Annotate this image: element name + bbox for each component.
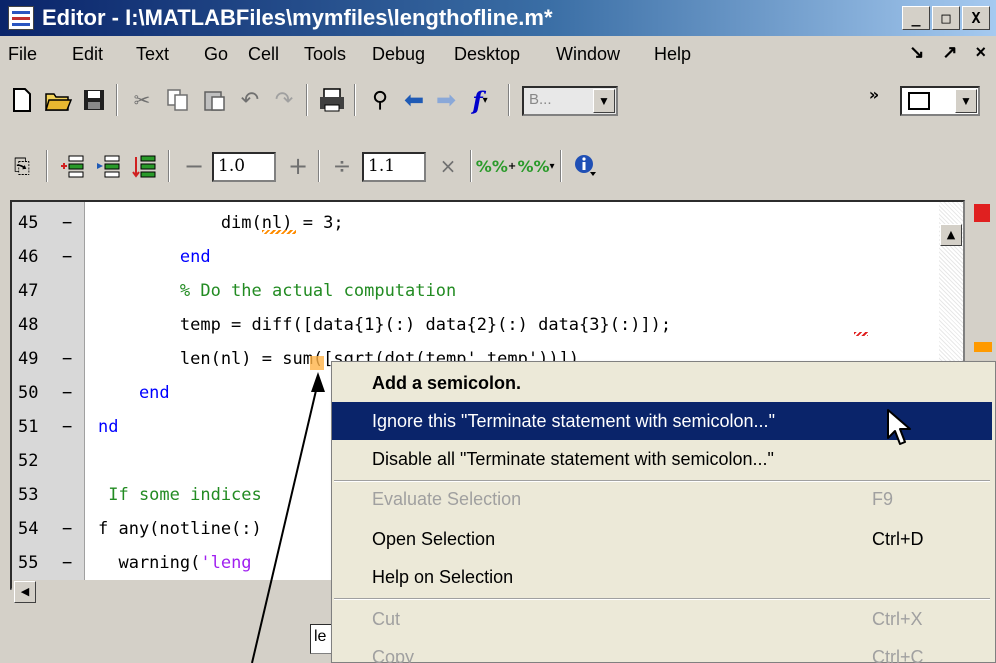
- menu-item-copy[interactable]: Copy Ctrl+C: [332, 638, 992, 663]
- menu-item-cut[interactable]: Cut Ctrl+X: [332, 600, 992, 638]
- menu-item-label: Cut: [372, 609, 401, 629]
- menu-item-help-on-selection[interactable]: Help on Selection: [332, 558, 992, 596]
- menu-item-label: Evaluate Selection: [372, 489, 522, 509]
- matlab-editor-window: Editor - I:\MATLABFiles\mymfiles\lengtho…: [0, 0, 996, 663]
- menu-item-label: Add a semicolon.: [372, 373, 522, 393]
- menu-item-shortcut: Ctrl+C: [872, 647, 924, 663]
- menu-item-shortcut: F9: [872, 489, 894, 509]
- menu-item-open-selection[interactable]: Open Selection Ctrl+D: [332, 520, 992, 558]
- context-menu: Add a semicolon. Ignore this "Terminate …: [331, 361, 996, 663]
- menu-item-shortcut: Ctrl+D: [872, 529, 924, 549]
- menu-item-label: Copy: [372, 647, 415, 663]
- menu-item-label: Ignore this "Terminate statement with se…: [372, 411, 775, 431]
- menu-item-label: Help on Selection: [372, 567, 514, 587]
- menu-item-add-semicolon[interactable]: Add a semicolon.: [332, 364, 992, 402]
- menu-item-label: Open Selection: [372, 529, 496, 549]
- menu-item-shortcut: Ctrl+X: [872, 609, 923, 629]
- menu-item-label: Disable all "Terminate statement with se…: [372, 449, 774, 469]
- mouse-pointer-icon: [887, 409, 911, 445]
- menu-item-evaluate-selection[interactable]: Evaluate Selection F9: [332, 480, 992, 518]
